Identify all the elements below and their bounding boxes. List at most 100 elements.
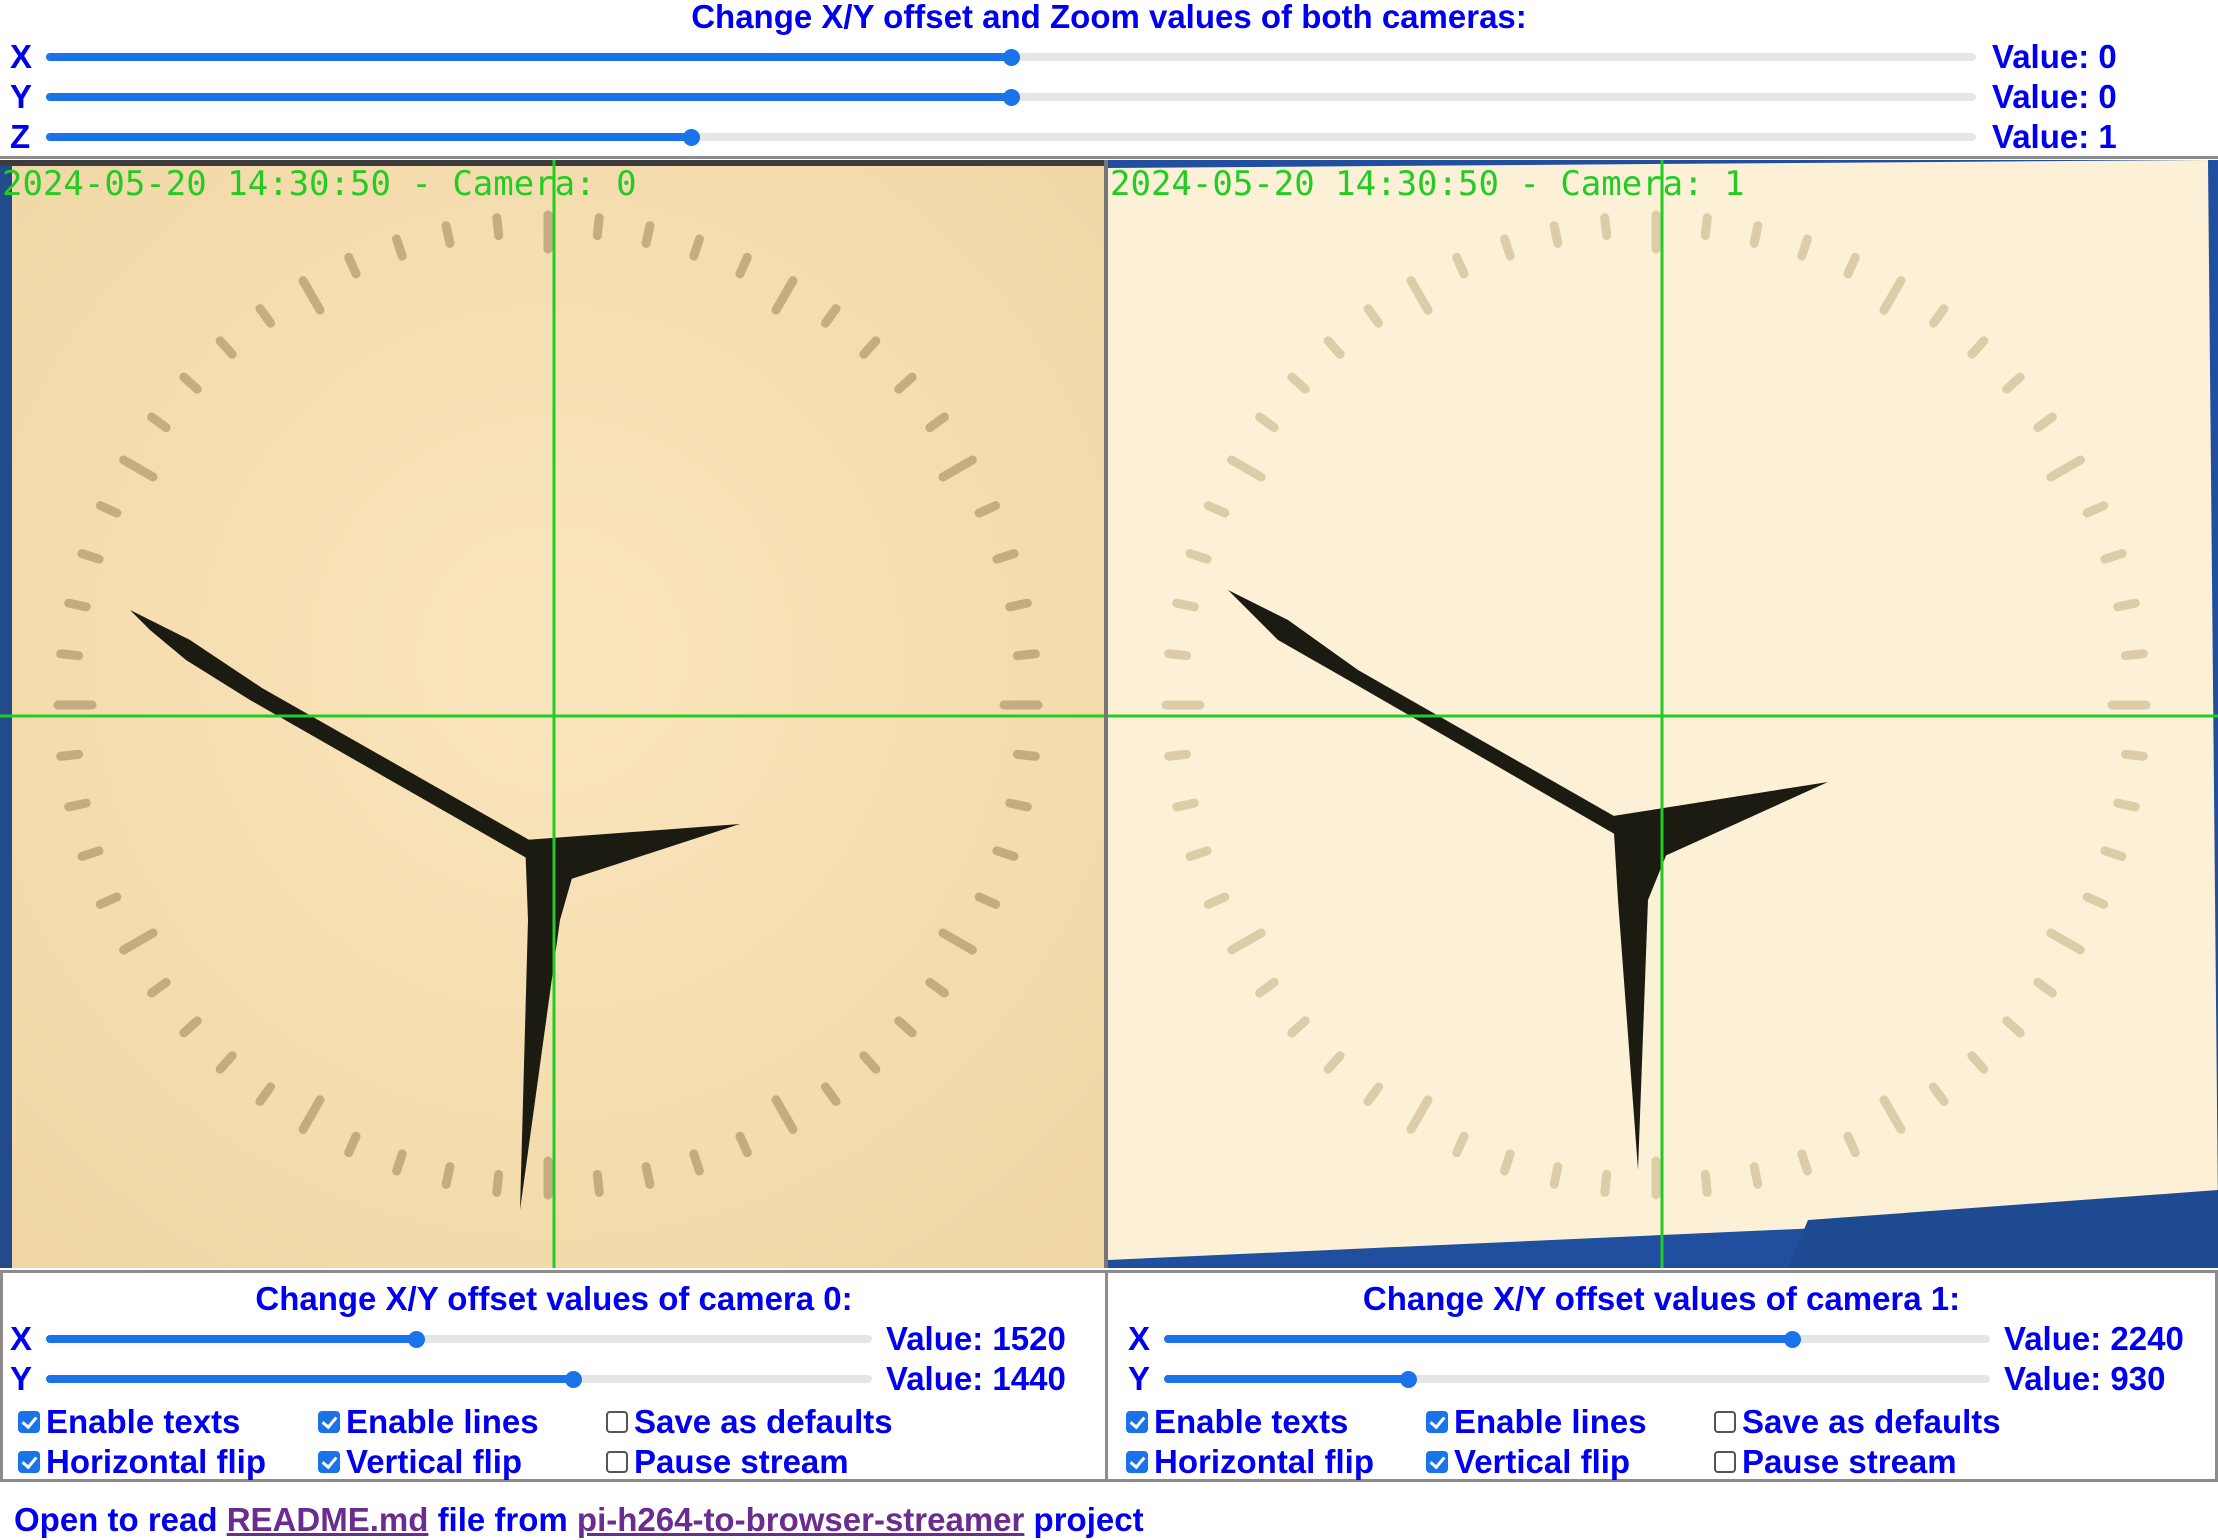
camera-0-horizontal-flip-checkbox[interactable] — [18, 1451, 40, 1474]
camera-0-controls-title: Change X/Y offset values of camera 0: — [255, 1280, 853, 1317]
clock-tick — [1500, 234, 1515, 261]
camera-0-pause-stream[interactable]: Pause stream — [606, 1440, 849, 1480]
camera-0-enable-texts[interactable]: Enable texts — [18, 1400, 240, 1440]
global-z-label: Z — [10, 118, 31, 155]
camera-1-enable-lines-label: Enable lines — [1454, 1403, 1647, 1441]
footer: Open to read README.md file from pi-h264… — [14, 1500, 1144, 1540]
camera-1-save-defaults[interactable]: Save as defaults — [1714, 1400, 2001, 1440]
camera-1-vertical-flip-label: Vertical flip — [1454, 1443, 1631, 1481]
camera-1-enable-lines-checkbox[interactable] — [1426, 1411, 1448, 1434]
camera-0-save-defaults-label: Save as defaults — [634, 1403, 893, 1441]
clock-tick — [1600, 213, 1612, 241]
clock-tick — [689, 1149, 704, 1176]
clock-tick — [2100, 549, 2127, 564]
clock-tick — [1172, 598, 1199, 612]
footer-prefix: Open to read — [14, 1501, 218, 1538]
global-z-value: Value: 1 — [1992, 118, 2117, 155]
divider — [0, 156, 2218, 159]
global-x-label: X — [10, 38, 33, 75]
clock-tick — [1700, 213, 1712, 241]
clock-tick — [1005, 598, 1032, 612]
clock-tick — [1500, 1149, 1515, 1176]
camera-1-horizontal-flip-checkbox[interactable] — [1126, 1451, 1148, 1474]
clock-tick — [392, 1149, 407, 1176]
global-z-slider-fill — [46, 133, 691, 141]
camera-0-save-defaults-checkbox[interactable] — [606, 1411, 628, 1434]
camera-0-x-slider-fill — [46, 1335, 417, 1343]
footer-suffix: project — [1033, 1501, 1144, 1538]
camera-1-horizontal-flip-label: Horizontal flip — [1154, 1443, 1374, 1481]
global-z-slider-thumb[interactable] — [682, 129, 700, 146]
clock-tick — [641, 221, 655, 248]
camera-1-enable-texts-checkbox[interactable] — [1126, 1411, 1148, 1434]
global-x-slider-thumb[interactable] — [1003, 49, 1020, 66]
camera-0-enable-lines-checkbox[interactable] — [318, 1411, 340, 1434]
camera-1-y-slider[interactable] — [1164, 1375, 1990, 1383]
camera-1-enable-texts-label: Enable texts — [1154, 1403, 1349, 1441]
clock-tick — [689, 234, 704, 261]
clock-tick — [1012, 649, 1040, 661]
camera-0-y-slider-thumb[interactable] — [564, 1371, 582, 1388]
global-x-value: Value: 0 — [1992, 38, 2117, 75]
clock-tick — [1549, 1162, 1563, 1189]
camera-1-overlay-text: 2024-05-20 14:30:50 - Camera: 1 — [1110, 164, 1745, 204]
camera-0-vertical-flip-checkbox[interactable] — [318, 1451, 340, 1474]
camera-1-pause-stream[interactable]: Pause stream — [1714, 1440, 1957, 1480]
clock-tick — [992, 846, 1019, 861]
camera-1-enable-texts[interactable]: Enable texts — [1126, 1400, 1348, 1440]
project-link[interactable]: pi-h264-to-browser-streamer — [577, 1501, 1024, 1538]
camera-0-save-defaults[interactable]: Save as defaults — [606, 1400, 893, 1440]
global-controls-title: Change X/Y offset and Zoom values of bot… — [691, 0, 1527, 35]
camera-0-x-slider[interactable] — [46, 1335, 872, 1343]
camera-1-x-slider-thumb[interactable] — [1783, 1331, 1801, 1348]
camera-0-enable-lines-label: Enable lines — [346, 1403, 539, 1441]
camera-1-pause-stream-label: Pause stream — [1742, 1443, 1957, 1481]
camera-0-horizontal-flip[interactable]: Horizontal flip — [18, 1440, 266, 1480]
camera-0-enable-lines[interactable]: Enable lines — [318, 1400, 539, 1440]
clock-tick — [1005, 798, 1032, 812]
camera-1-vertical-flip[interactable]: Vertical flip — [1426, 1440, 1630, 1480]
clock-tick — [1549, 221, 1563, 248]
camera-0-enable-texts-checkbox[interactable] — [18, 1411, 40, 1434]
camera-0-overlay-text: 2024-05-20 14:30:50 - Camera: 0 — [2, 164, 637, 204]
camera-1-image — [1108, 160, 2218, 1268]
clock-tick — [1600, 1169, 1612, 1197]
camera-0-y-slider[interactable] — [46, 1375, 872, 1383]
camera-0-feed: 2024-05-20 14:30:50 - Camera: 0 — [0, 160, 1104, 1268]
camera-1-vertical-flip-checkbox[interactable] — [1426, 1451, 1448, 1474]
camera-0-pause-stream-checkbox[interactable] — [606, 1451, 628, 1474]
camera-0-pause-stream-label: Pause stream — [634, 1443, 849, 1481]
clock-tick — [1749, 1162, 1763, 1189]
camera-0-image — [0, 160, 1104, 1268]
clock-tick — [441, 221, 455, 248]
clock-tick — [64, 798, 91, 812]
camera-1-horizontal-flip[interactable]: Horizontal flip — [1126, 1440, 1374, 1480]
camera-1-save-defaults-checkbox[interactable] — [1714, 1411, 1736, 1434]
camera-0-vertical-flip-label: Vertical flip — [346, 1443, 523, 1481]
readme-link[interactable]: README.md — [227, 1501, 429, 1538]
camera-0-horizontal-flip-label: Horizontal flip — [46, 1443, 266, 1481]
global-z-slider[interactable] — [46, 133, 1976, 141]
camera-0-vertical-flip[interactable]: Vertical flip — [318, 1440, 522, 1480]
clock-tick — [1749, 221, 1763, 248]
camera-1-enable-lines[interactable]: Enable lines — [1426, 1400, 1647, 1440]
clock-tick — [2100, 846, 2127, 861]
camera-1-y-slider-fill — [1164, 1375, 1409, 1383]
global-y-value: Value: 0 — [1992, 78, 2117, 115]
camera-1-x-label: X — [1128, 1320, 1151, 1357]
camera-1-x-slider[interactable] — [1164, 1335, 1990, 1343]
global-y-slider-thumb[interactable] — [1003, 89, 1020, 106]
camera-0-x-slider-thumb[interactable] — [408, 1331, 426, 1348]
clock-tick — [77, 549, 104, 564]
clock-tick — [492, 1169, 504, 1197]
clock-tick — [1164, 749, 1192, 761]
clock-tick — [1012, 749, 1040, 761]
clock-tick — [1797, 234, 1812, 261]
camera-0-y-label: Y — [10, 1360, 33, 1397]
clock-tick — [1172, 798, 1199, 812]
footer-middle: file from — [437, 1501, 568, 1538]
global-x-slider-fill — [46, 53, 1011, 61]
clock-tick — [1185, 846, 1212, 861]
camera-1-pause-stream-checkbox[interactable] — [1714, 1451, 1736, 1474]
camera-0-x-label: X — [10, 1320, 33, 1357]
